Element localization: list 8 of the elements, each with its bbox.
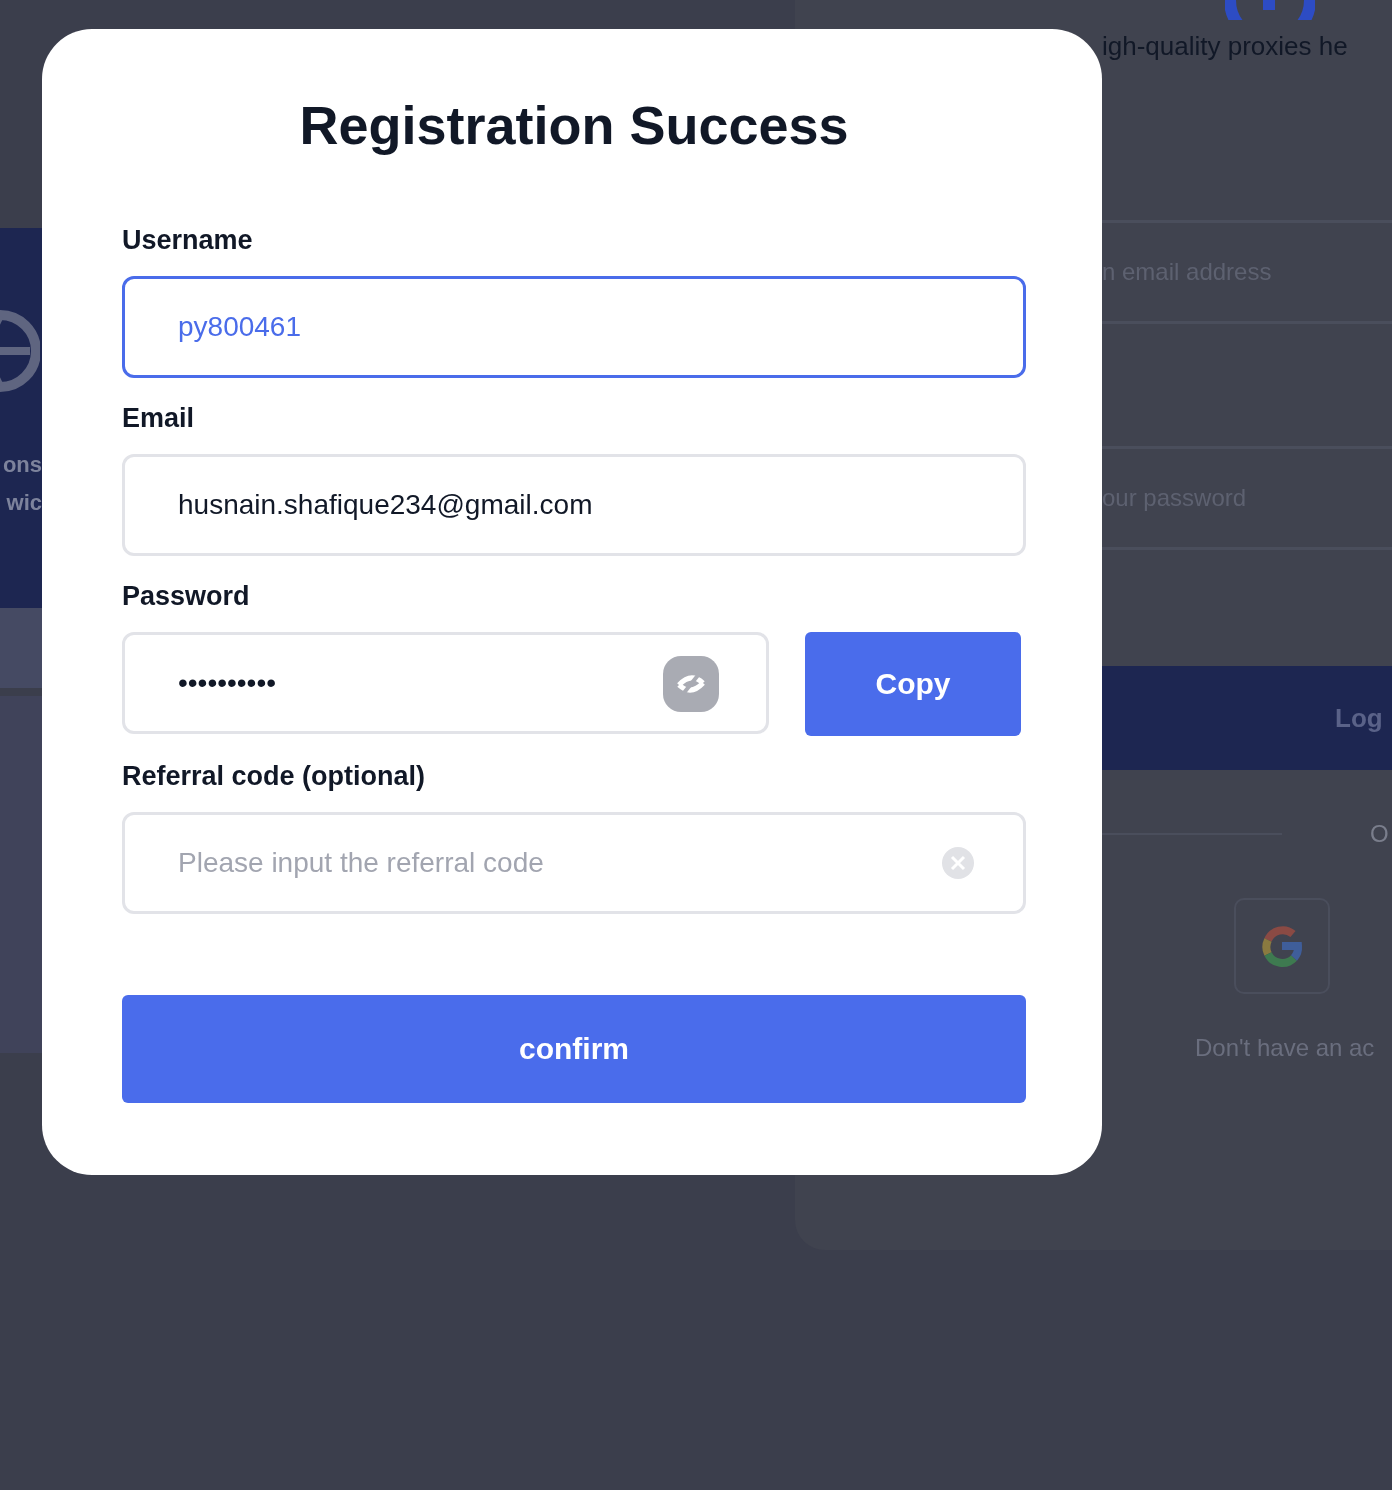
field-label: Username: [122, 224, 254, 257]
side-text: ons: [2, 451, 42, 479]
dialog-title: Registration Success: [298, 94, 850, 157]
side-text: wic: [6, 489, 42, 517]
field-label: Referral code (optional): [122, 760, 427, 793]
field-label: Password: [122, 580, 251, 613]
divider-text: O: [1370, 820, 1389, 848]
field-label: Email: [122, 402, 196, 435]
